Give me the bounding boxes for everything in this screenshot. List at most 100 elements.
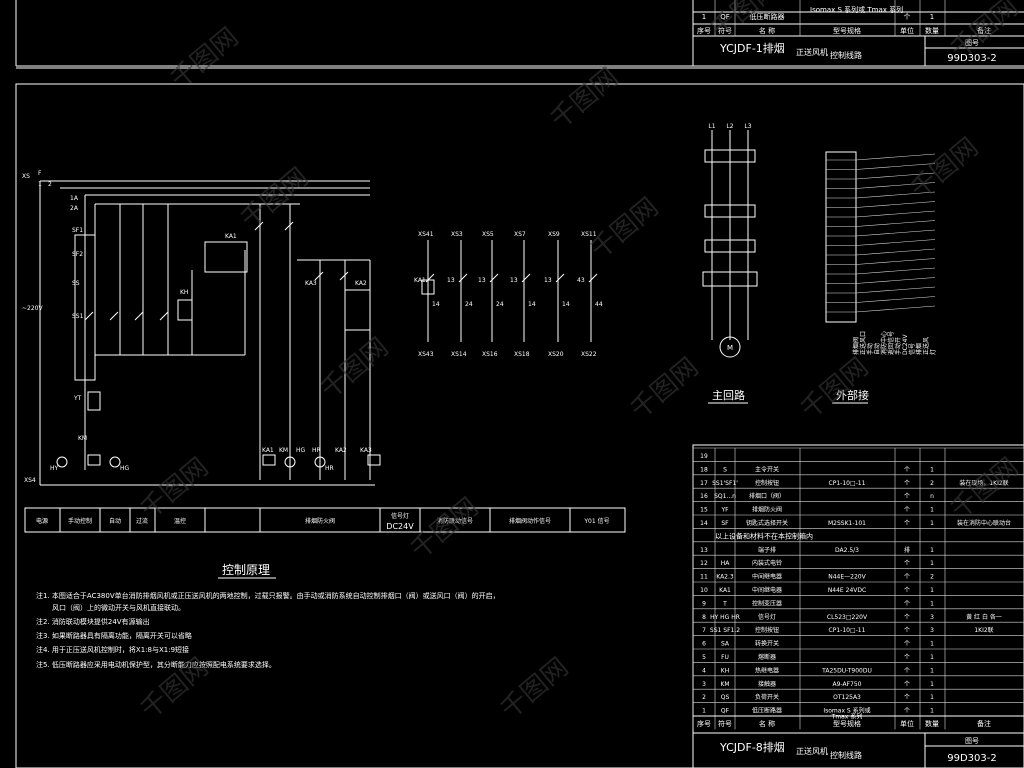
phase-l3: L3 [744,123,751,130]
parts-row-18-code: QS [721,694,730,701]
parts-row-16-unit: 个 [904,667,910,674]
relay-top-4: XS9 [548,231,560,238]
parts-row-17-no: 3 [702,681,706,688]
parts-row-18-qty: 1 [930,694,934,701]
parts-row-9-no: 11 [700,574,708,581]
label-bot-hr: HR [312,447,321,454]
parts-row-12-code: HY HG HR [710,614,740,621]
watermark-10: 千图网 [705,0,784,45]
parts-row-14-name: 转换开关 [755,640,779,648]
relay-bottom-3: XS18 [514,351,530,358]
relay-side-0: 14 [432,301,440,308]
parts-header-unit: 单位 [900,719,914,728]
parts-row-19-qty: 1 [930,708,934,715]
func-1: 手动控制 [68,517,92,525]
table-title-suffix2: 控制线路 [830,750,862,760]
parts-row-6-name: 以上设备和材料不在本控制箱内 [715,531,813,540]
top-title-suffix2: 控制线路 [830,50,862,60]
parts-row-19-no: 1 [702,708,706,715]
watermark-3: 千图网 [235,162,314,235]
parts-row-12-unit: 个 [904,614,910,621]
parts-row-1-no: 18 [700,466,708,473]
top-row-qty: 1 [930,13,934,21]
relay-section: XS41KA114XS43XS31324XS14XS51324XS16XS713… [414,231,603,358]
parts-row-5-name: 钥匙式选择开关 [746,519,788,527]
parts-row-3-code: SQ1...n [714,493,736,500]
label-ka2: KA2 [355,280,367,287]
relay-bottom-4: XS20 [548,351,564,358]
relay-side-1: 24 [465,301,473,308]
watermark-6: 千图网 [495,652,574,725]
parts-row-8-code: HA [721,560,731,567]
parts-row-7-unit: 排 [904,546,910,554]
parts-row-19-name: 低压断路器 [752,707,782,715]
top-hdr-qty: 数量 [925,26,939,35]
parts-row-16-code: KH [721,667,729,674]
relay-side-5: 44 [595,301,603,308]
parts-row-9-code: KA2.3 [716,574,734,581]
parts-row-9-qty: 2 [930,574,934,581]
parts-row-10-unit: 个 [904,587,910,594]
terminal-label-6: 手动开 [894,337,902,355]
watermark-layer: 千图网千图网千图网千图网千图网千图网千图网千图网千图网千图网千图网千图网千图网千… [135,0,1024,725]
func-7: 信号灯 [391,512,409,520]
parts-row-8-unit: 个 [904,560,910,567]
parts-row-12-note: 黄 红 白 各一 [966,613,1002,621]
relay-mid-3: 13 [510,277,518,284]
label-ss: SS [72,280,80,287]
relay-mid-5: 43 [577,277,585,284]
relay-bottom-0: XS43 [418,351,434,358]
parts-row-13-no: 7 [702,627,706,634]
label-2a: 2A [70,205,79,212]
terminal-label-3: 自动 [873,343,881,355]
parts-row-11-code: T [722,600,727,607]
parts-row-7-no: 13 [700,547,708,554]
parts-row-2-name: 控制按钮 [755,479,779,487]
main-circuit-title: 主回路 [712,389,745,402]
parts-row-13-name: 控制按钮 [755,626,779,634]
func-10: 排烟阀动作信号 [509,517,551,525]
parts-header-code: 符号 [718,719,732,728]
relay-top-0: XS41 [418,231,434,238]
parts-row-10-qty: 1 [930,587,934,594]
parts-header-name: 名 称 [759,719,775,728]
parts-row-10-no: 10 [700,587,708,594]
parts-row-4-qty: 1 [930,507,934,514]
note-5: 注5. 低压断路器应采用电动机保护型，其分断能力应按照配电系统要求选择。 [36,660,276,669]
relay-top-3: XS7 [514,231,526,238]
terminal-label-2: 手动 [866,343,874,355]
cad-drawing: 1 QF 低压断路器 Isomax S 系列或 Tmax 系列 个 1 序号 符… [15,0,1024,768]
relay-bottom-1: XS14 [451,351,467,358]
top-row-no: 1 [702,13,706,21]
terminal-label-0: 排烟阀 [852,337,860,355]
terminal-label-4: 消防中心 [880,331,888,355]
parts-row-2-model: CP1-10□-11 [829,480,866,487]
parts-row-13-qty: 3 [930,627,934,634]
parts-row-7-qty: 1 [930,547,934,554]
func-2: 自动 [109,517,121,525]
label-bot-km: KM [279,447,288,454]
label-kh: KH [180,289,188,296]
parts-row-15-no: 5 [702,654,706,661]
terminal-label-11: 灯 [929,349,937,355]
parts-header-note: 备注 [977,719,991,728]
label-hy: HY [50,465,59,472]
parts-row-14-code: SA [721,641,730,648]
parts-row-2-unit: 个 [904,480,910,487]
parts-row-13-model: CP1-10□-11 [829,627,866,634]
parts-header-model: 型号规格 [833,719,861,728]
parts-row-2-code: SS1'SF1' [712,480,738,487]
principle-notes: 控制原理 注1. 本图适合于AC380V单台消防排烟风机或正压送风机的两地控制，… [36,563,500,669]
func-8: DC24V [386,522,414,531]
parts-row-0-no: 19 [700,453,708,460]
parts-row-9-unit: 个 [904,574,910,581]
top-title: YCJDF-1排烟 [719,41,785,55]
label-ka3: KA3 [305,280,317,287]
phase-l1: L1 [708,123,715,130]
func-4: 温控 [174,517,186,525]
parts-row-9-model: N44E—220V [828,574,866,581]
control-circuit: XS F 1 2 1A 2A ~220V XS4 SF1 SF2 SS SS1 … [22,170,381,486]
parts-row-19-code: QF [721,708,730,715]
phase-l2: L2 [726,123,733,130]
parts-row-18-name: 负荷开关 [755,693,779,701]
